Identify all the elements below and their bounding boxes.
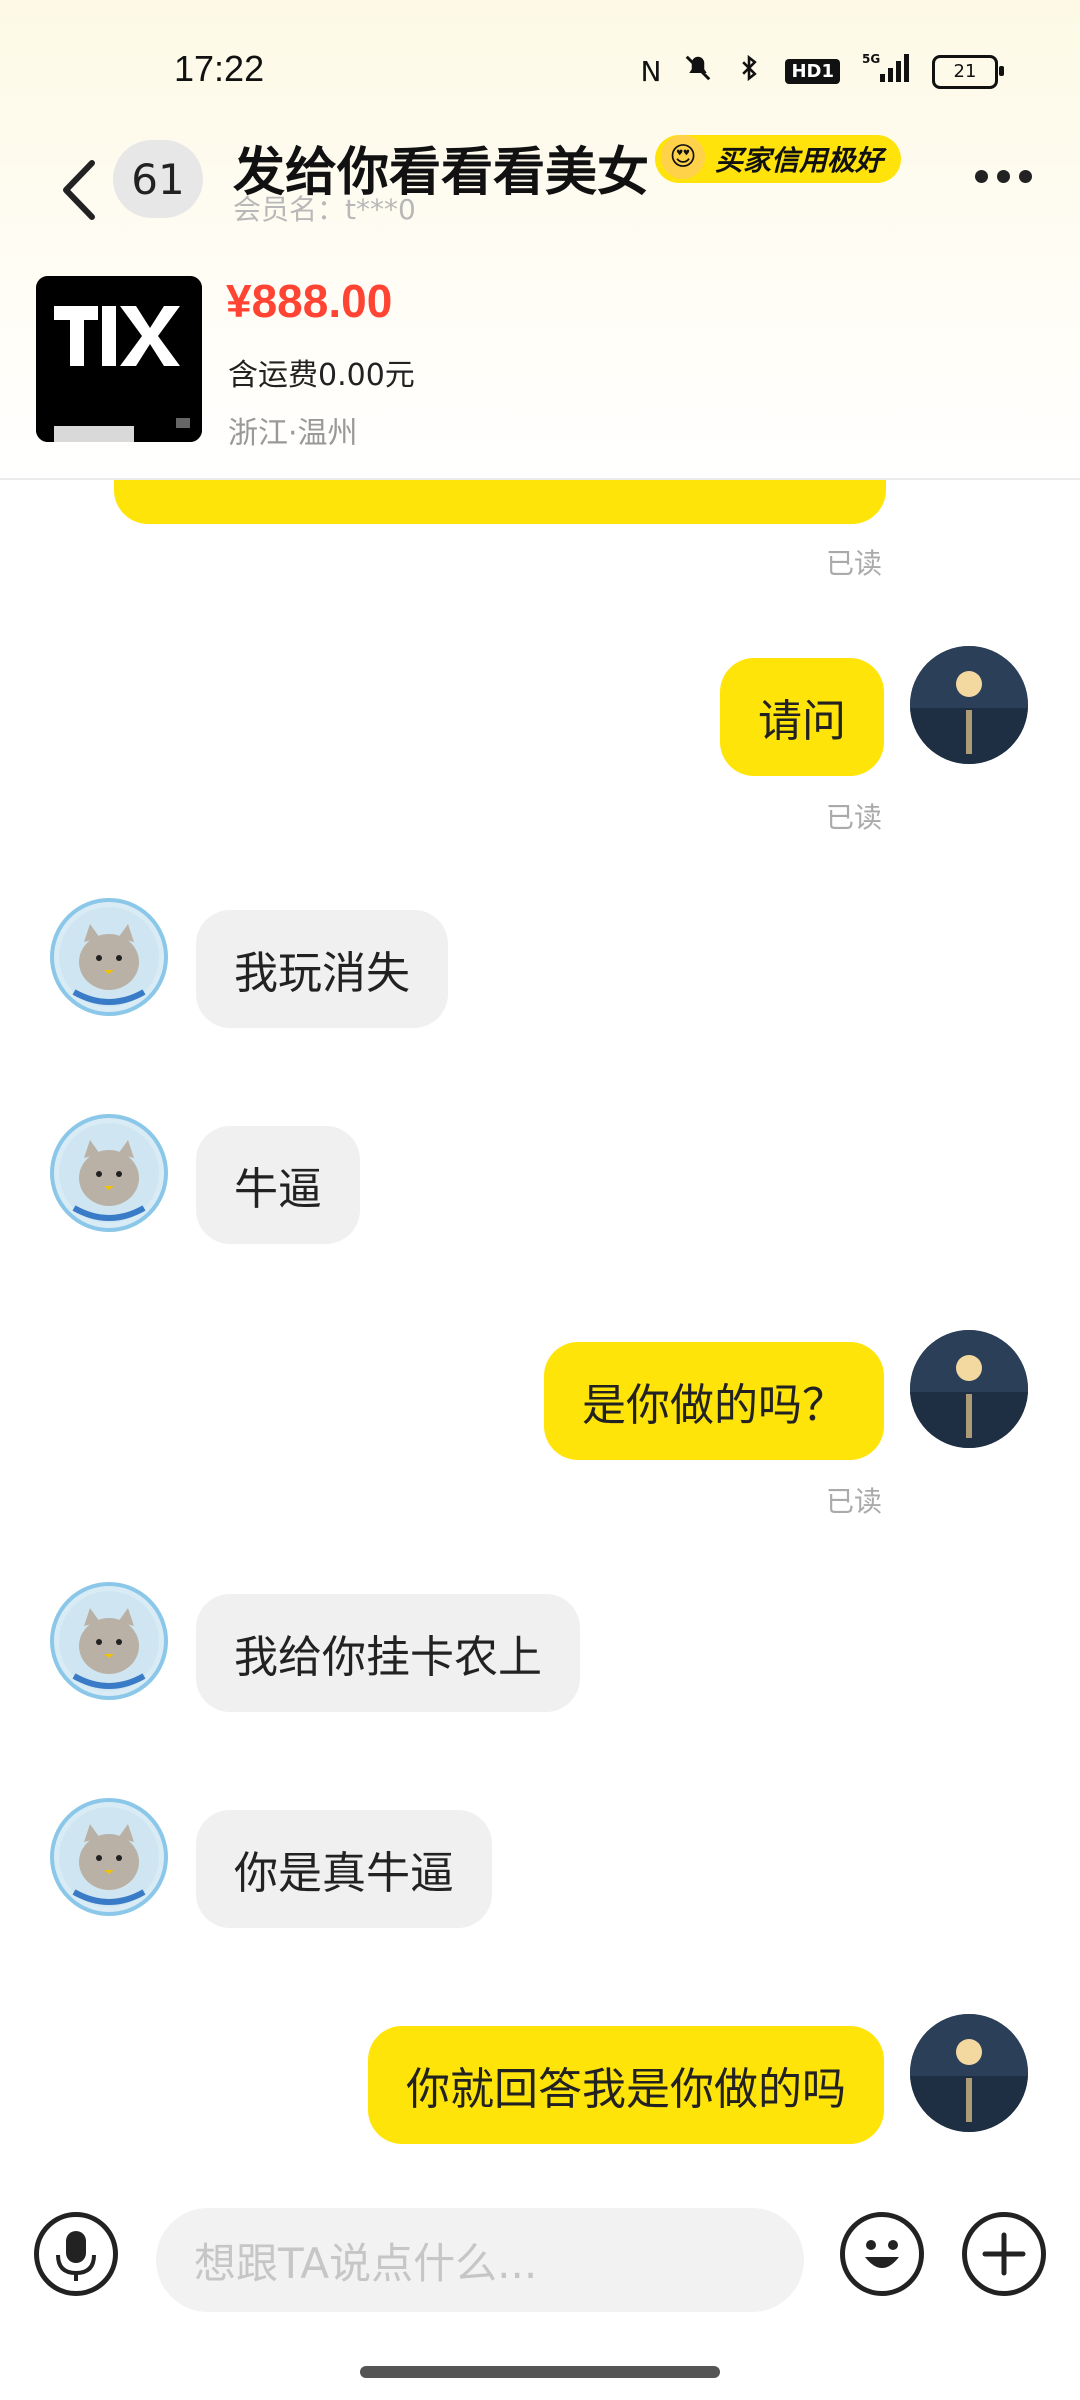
read-receipt: 已读 [826,801,883,834]
input-bar: 想跟TA说点什么... [0,2170,1080,2330]
chat-header: 61 发给你看看看美女 😍 买家信用极好 会员名：t***0 [0,130,1080,260]
more-options-button[interactable] [975,170,1032,183]
add-attachment-button[interactable] [962,2212,1046,2296]
voice-input-button[interactable] [34,2212,118,2296]
message-bubble-me[interactable]: 是你做的吗？ [544,1342,884,1460]
home-indicator[interactable] [360,2366,720,2378]
hd-icon: HD1 [785,59,840,84]
battery-icon: 21 [932,54,1004,89]
heart-eyes-emoji-icon: 😍 [661,135,705,179]
status-bar: 17:22 N HD1 5G 21 [0,0,1080,130]
message-bubble-them[interactable]: 我玩消失 [196,910,448,1028]
member-name: 会员名：t***0 [233,193,416,226]
message-bubble-them[interactable]: 我给你挂卡农上 [196,1594,580,1712]
contact-avatar[interactable] [50,1798,168,1916]
svg-text:5G: 5G [862,52,880,66]
cat-avatar-icon [59,1807,159,1907]
mute-icon [683,53,713,90]
message-input[interactable]: 想跟TA说点什么... [156,2208,804,2312]
signal-icon: 5G [862,52,910,91]
chat-messages[interactable]: 已读 请问 已读 我玩消失 牛逼 是你做的吗？ 已读 我给你挂卡农上 你是真牛逼… [0,480,1080,2170]
credit-badge-label: 买家信用极好 [715,144,884,177]
my-avatar[interactable] [910,1330,1028,1448]
chevron-left-icon [63,160,95,220]
read-receipt: 已读 [826,1485,883,1518]
cat-avatar-icon [59,1123,159,1223]
cat-avatar-icon [59,1591,159,1691]
credit-badge: 😍 买家信用极好 [655,135,902,183]
nfc-icon: N [640,55,662,88]
emoji-button[interactable] [840,2212,924,2296]
status-icons: N HD1 5G 21 [640,52,1004,91]
moon-sea-avatar-icon [910,2014,1028,2132]
more-dot-icon [1019,170,1032,183]
unread-count-badge[interactable]: 61 [113,140,203,218]
product-logo-icon [36,276,202,442]
contact-avatar[interactable] [50,1582,168,1700]
message-bubble-them[interactable]: 你是真牛逼 [196,1810,492,1928]
contact-avatar[interactable] [50,898,168,1016]
product-price: ¥888.00 [226,275,393,327]
more-dot-icon [975,170,988,183]
more-dot-icon [997,170,1010,183]
my-avatar[interactable] [910,646,1028,764]
cat-avatar-icon [59,907,159,1007]
my-avatar[interactable] [910,2014,1028,2132]
back-button[interactable] [50,150,110,230]
plus-icon [982,2232,1026,2276]
bluetooth-icon [735,53,763,90]
read-receipt: 已读 [826,547,883,580]
product-card[interactable]: ¥888.00 含运费0.00元 浙江·温州 [0,260,1080,480]
message-bubble-me[interactable]: 请问 [720,658,884,776]
moon-sea-avatar-icon [910,646,1028,764]
product-location: 浙江·温州 [228,416,358,451]
message-bubble-me[interactable]: 你就回答我是你做的吗 [368,2026,884,2144]
contact-avatar[interactable] [50,1114,168,1232]
status-time: 17:22 [174,48,265,89]
moon-sea-avatar-icon [910,1330,1028,1448]
product-thumbnail[interactable] [36,276,202,442]
product-shipping: 含运费0.00元 [228,358,415,393]
message-bubble-partial[interactable] [114,480,886,524]
message-bubble-them[interactable]: 牛逼 [196,1126,360,1244]
battery-level: 21 [953,61,977,82]
smiley-icon [865,2240,899,2268]
microphone-icon [56,2231,96,2281]
